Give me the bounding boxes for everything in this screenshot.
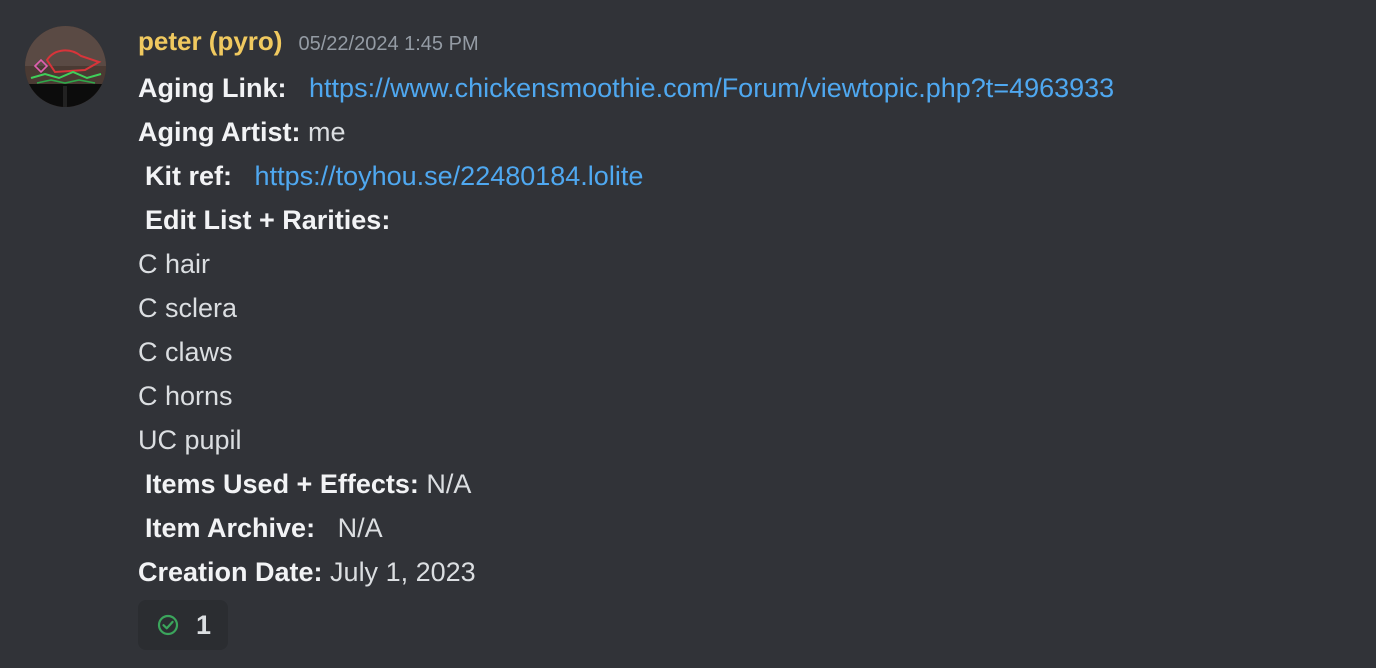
item-archive-label: Item Archive: [145,513,316,543]
edit-list-heading: Edit List + Rarities: [138,198,1356,242]
item-archive-value: N/A [337,513,383,543]
edit-item: C horns [138,381,233,411]
edit-list-label: Edit List + Rarities: [145,205,391,235]
kit-ref-line: Kit ref: https://toyhou.se/22480184.loli… [138,154,1356,198]
aging-artist-line: Aging Artist: me [138,110,1356,154]
reaction-button[interactable]: 1 [138,600,228,650]
message-header: peter (pyro) 05/22/2024 1:45 PM [138,26,1356,66]
message-timestamp[interactable]: 05/22/2024 1:45 PM [298,33,478,56]
edit-item: C hair [138,249,211,279]
avatar-image [25,26,106,107]
items-used-value: N/A [426,469,472,499]
aging-link-label: Aging Link: [138,73,287,103]
aging-link-url[interactable]: https://www.chickensmoothie.com/Forum/vi… [309,73,1114,103]
items-used-line: Items Used + Effects: N/A [138,462,1356,506]
edit-item: C sclera [138,293,238,323]
reaction-count: 1 [196,609,212,640]
item-archive-line: Item Archive: N/A [138,506,1356,550]
items-used-label: Items Used + Effects: [145,469,419,499]
kit-ref-label: Kit ref: [145,161,232,191]
message-content: peter (pyro) 05/22/2024 1:45 PM Aging Li… [138,26,1356,594]
edit-item: UC pupil [138,425,242,455]
kit-ref-url[interactable]: https://toyhou.se/22480184.lolite [255,161,644,191]
user-avatar[interactable] [25,26,106,107]
aging-artist-label: Aging Artist: [138,117,301,147]
aging-artist-value: me [308,117,346,147]
creation-date-label: Creation Date: [138,557,323,587]
creation-date-value: July 1, 2023 [330,557,476,587]
username[interactable]: peter (pyro) [138,26,282,57]
aging-link-line: Aging Link: https://www.chickensmoothie.… [138,66,1356,110]
chat-message: peter (pyro) 05/22/2024 1:45 PM Aging Li… [0,0,1376,668]
creation-date-line: Creation Date: July 1, 2023 [138,550,1356,594]
edit-item: C claws [138,337,233,367]
check-circle-icon [157,614,179,636]
